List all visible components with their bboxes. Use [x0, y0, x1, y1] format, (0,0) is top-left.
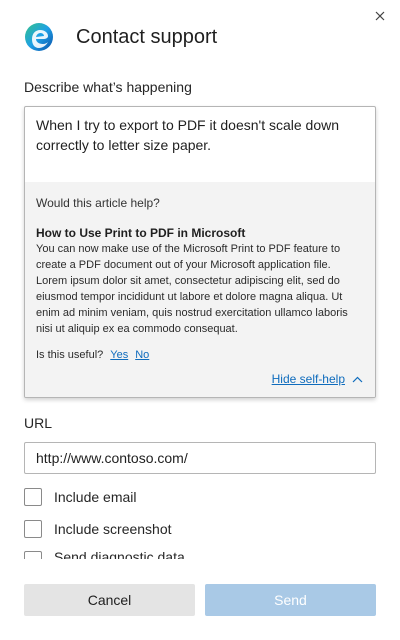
send-diagnostic-checkbox[interactable] [24, 551, 42, 559]
include-screenshot-checkbox[interactable] [24, 520, 42, 538]
describe-panel: When I try to export to PDF it doesn't s… [24, 106, 376, 398]
include-screenshot-option[interactable]: Include screenshot [24, 520, 172, 538]
describe-textarea[interactable]: When I try to export to PDF it doesn't s… [25, 107, 375, 182]
self-help-section: Would this article help? How to Use Prin… [25, 182, 375, 397]
usefulness-row: Is this useful? Yes No [36, 349, 364, 361]
hide-self-help-link[interactable]: Hide self-help [272, 372, 363, 386]
url-label: URL [24, 415, 53, 431]
describe-label: Describe what’s happening [24, 79, 192, 95]
include-email-checkbox[interactable] [24, 488, 42, 506]
article-title[interactable]: How to Use Print to PDF in Microsoft [36, 226, 364, 240]
usefulness-label: Is this useful? [36, 349, 104, 361]
hide-self-help-label: Hide self-help [271, 372, 345, 386]
yes-link[interactable]: Yes [110, 349, 128, 361]
self-help-prompt: Would this article help? [36, 196, 160, 210]
dialog-title: Contact support [76, 25, 218, 48]
edge-logo-icon [25, 23, 53, 51]
cancel-button[interactable]: Cancel [24, 584, 195, 616]
close-icon [375, 11, 385, 21]
send-button[interactable]: Send [205, 584, 376, 616]
dialog-footer: Cancel Send [0, 561, 400, 640]
url-input[interactable]: http://www.contoso.com/ [24, 442, 376, 474]
send-diagnostic-label: Send diagnostic data [54, 551, 185, 559]
article-body: You can now make use of the Microsoft Pr… [36, 243, 348, 335]
include-email-option[interactable]: Include email [24, 488, 137, 506]
include-screenshot-label: Include screenshot [54, 521, 172, 537]
dialog-header: Contact support [24, 22, 217, 52]
chevron-up-icon [352, 376, 363, 382]
include-email-label: Include email [54, 489, 137, 505]
no-link[interactable]: No [135, 349, 149, 361]
send-diagnostic-option[interactable]: Send diagnostic data [24, 551, 185, 559]
close-button[interactable] [370, 6, 390, 26]
